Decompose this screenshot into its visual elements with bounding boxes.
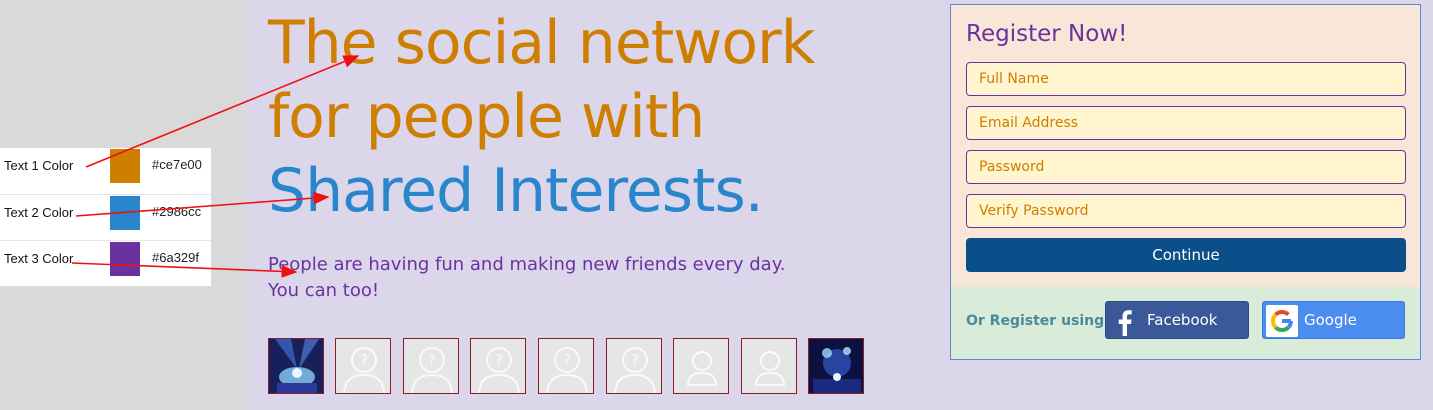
verify-password-field[interactable] [966, 194, 1406, 228]
headline-line-3: Shared Interests. [268, 156, 764, 226]
friend-placeholder-silhouette[interactable] [673, 338, 729, 394]
legend-label: Text 2 Color [4, 205, 74, 220]
friend-placeholder-question[interactable]: ? [335, 338, 391, 394]
headline-line-1: The social network [268, 8, 815, 78]
svg-text:?: ? [428, 353, 435, 369]
question-avatar-icon: ? [539, 339, 593, 393]
friend-placeholder-question[interactable]: ? [606, 338, 662, 394]
tagline-line-2: You can too! [268, 280, 380, 301]
full-name-field[interactable] [966, 62, 1406, 96]
legend-label: Text 3 Color [4, 251, 74, 266]
continue-button[interactable]: Continue [966, 238, 1406, 272]
friend-placeholder-silhouette[interactable] [741, 338, 797, 394]
or-register-label: Or Register using [966, 313, 1105, 329]
question-avatar-icon: ? [471, 339, 525, 393]
legend-hex: #6a329f [152, 250, 199, 265]
facebook-button[interactable]: Facebook [1105, 301, 1249, 339]
svg-text:?: ? [563, 353, 570, 369]
color-swatch [110, 196, 140, 230]
legend-hex: #ce7e00 [152, 157, 202, 172]
color-swatch [110, 149, 140, 183]
password-field[interactable] [966, 150, 1406, 184]
svg-text:?: ? [631, 353, 638, 369]
color-legend: Text 1 Color #ce7e00 Text 2 Color #2986c… [0, 148, 211, 286]
legend-row: Text 3 Color #6a329f [0, 240, 211, 287]
headline-line-2: for people with [268, 82, 705, 152]
person-silhouette-icon [742, 339, 796, 393]
register-title: Register Now! [966, 21, 1128, 47]
tagline-line-1: People are having fun and making new fri… [268, 254, 786, 275]
legend-label: Text 1 Color [4, 158, 74, 173]
person-silhouette-icon [674, 339, 728, 393]
legend-row: Text 2 Color #2986cc [0, 194, 211, 241]
legend-hex: #2986cc [152, 204, 202, 219]
hero-tagline: People are having fun and making new fri… [268, 252, 888, 304]
friend-photo-concert[interactable] [268, 338, 324, 394]
question-avatar-icon: ? [404, 339, 458, 393]
question-avatar-icon: ? [607, 339, 661, 393]
svg-text:?: ? [495, 353, 502, 369]
color-swatch [110, 242, 140, 276]
social-register-bar: Or Register using Facebook Google [951, 287, 1420, 359]
google-button[interactable]: Google [1262, 301, 1405, 339]
google-icon [1266, 305, 1298, 337]
facebook-label: Facebook [1147, 311, 1218, 329]
register-form: Register Now! Continue [951, 5, 1420, 287]
friend-photo-concert[interactable] [808, 338, 864, 394]
legend-row: Text 1 Color #ce7e00 [0, 148, 211, 194]
question-avatar-icon: ? [336, 339, 390, 393]
google-label: Google [1304, 311, 1357, 329]
facebook-icon [1109, 305, 1141, 337]
friend-placeholder-question[interactable]: ? [470, 338, 526, 394]
hero-headline: The social network for people with Share… [268, 6, 815, 228]
register-panel: Register Now! Continue Or Register using… [950, 4, 1421, 360]
svg-text:?: ? [360, 353, 367, 369]
email-field[interactable] [966, 106, 1406, 140]
friend-placeholder-question[interactable]: ? [538, 338, 594, 394]
friend-placeholder-question[interactable]: ? [403, 338, 459, 394]
